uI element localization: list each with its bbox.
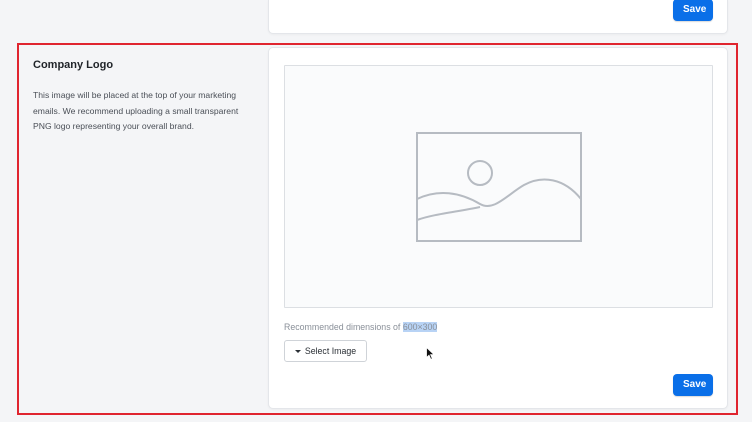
mouse-cursor-icon xyxy=(426,347,435,360)
image-placeholder-icon xyxy=(416,132,582,242)
section-description: This image will be placed at the top of … xyxy=(33,90,239,132)
logo-preview-area[interactable] xyxy=(284,65,713,308)
hint-prefix: Recommended dimensions of xyxy=(284,322,403,332)
previous-settings-card: Save xyxy=(268,0,728,34)
company-logo-card: Recommended dimensions of 600×300 Select… xyxy=(268,47,728,409)
save-button[interactable]: Save xyxy=(673,374,713,396)
hint-dimensions: 600×300 xyxy=(402,322,438,332)
previous-save-button[interactable]: Save xyxy=(673,0,713,21)
select-image-label: Select Image xyxy=(304,346,357,356)
select-image-button[interactable]: Select Image xyxy=(284,340,367,362)
section-title: Company Logo xyxy=(33,59,114,71)
settings-page: Save Company Logo This image will be pla… xyxy=(0,0,752,422)
recommended-dimensions-hint: Recommended dimensions of 600×300 xyxy=(284,322,438,332)
caret-down-icon xyxy=(294,349,301,353)
